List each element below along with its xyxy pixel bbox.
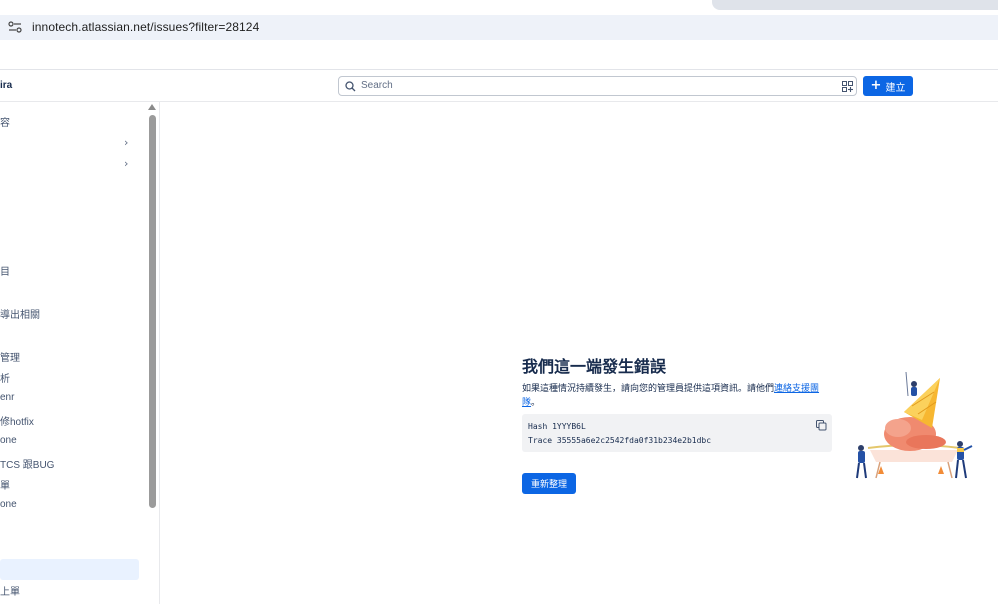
- sidebar-item[interactable]: 容: [0, 114, 10, 129]
- search-input[interactable]: Search: [338, 76, 857, 96]
- error-description-text: 如果這種情況持續發生，請向您的管理員提供這項資訊。請他們: [522, 384, 775, 394]
- sidebar-item[interactable]: 修hotfix: [0, 413, 34, 428]
- sidebar-item-selected[interactable]: [0, 559, 139, 580]
- create-button-label: 建立: [885, 82, 906, 94]
- hash-line: Hash 1YYYB6L: [528, 422, 586, 431]
- browser-tab-area: [712, 0, 998, 10]
- sidebar-item[interactable]: 導出相關: [0, 306, 40, 321]
- sidebar-scrollbar[interactable]: [149, 115, 156, 508]
- error-illustration: [856, 371, 973, 479]
- browser-tab-strip: [0, 0, 998, 14]
- sidebar-item[interactable]: 單: [0, 477, 10, 492]
- app-name[interactable]: ira: [0, 80, 12, 91]
- url-text[interactable]: innotech.atlassian.net/issues?filter=281…: [32, 20, 259, 34]
- create-button[interactable]: + 建立: [863, 76, 913, 96]
- chevron-right-icon[interactable]: ›: [124, 157, 128, 170]
- search-placeholder: Search: [361, 80, 393, 91]
- error-details-box: Hash 1YYYB6L Trace 35555a6e2c2542fda0f31…: [522, 414, 832, 452]
- reload-button[interactable]: 重新整理: [522, 473, 576, 494]
- sidebar-item[interactable]: one: [0, 435, 17, 446]
- sidebar-item[interactable]: 目: [0, 263, 10, 278]
- error-description-end: 。: [531, 398, 541, 408]
- bookmarks-area: [0, 40, 998, 70]
- error-description: 如果這種情況持續發生，請向您的管理員提供這項資訊。請他們連絡支援團隊。: [522, 382, 834, 410]
- sidebar-item[interactable]: 管理: [0, 349, 20, 364]
- sidebar-item[interactable]: one: [0, 499, 17, 510]
- sidebar-item[interactable]: 上單: [0, 583, 20, 598]
- sidebar: [0, 102, 160, 604]
- site-settings-icon[interactable]: [8, 21, 22, 33]
- scroll-up-arrow[interactable]: [148, 104, 156, 110]
- sidebar-item[interactable]: enr: [0, 392, 14, 403]
- error-title: 我們這一端發生錯誤: [522, 357, 667, 376]
- sidebar-item[interactable]: 析: [0, 370, 10, 385]
- chevron-right-icon[interactable]: ›: [124, 136, 128, 149]
- sidebar-item[interactable]: TCS 跟BUG: [0, 456, 54, 471]
- search-icon: [345, 81, 356, 92]
- copy-icon[interactable]: [816, 420, 827, 431]
- apps-grid-icon[interactable]: [842, 81, 853, 92]
- trace-line: Trace 35555a6e2c2542fda0f31b234e2b1dbc: [528, 436, 712, 445]
- plus-icon: +: [870, 78, 882, 93]
